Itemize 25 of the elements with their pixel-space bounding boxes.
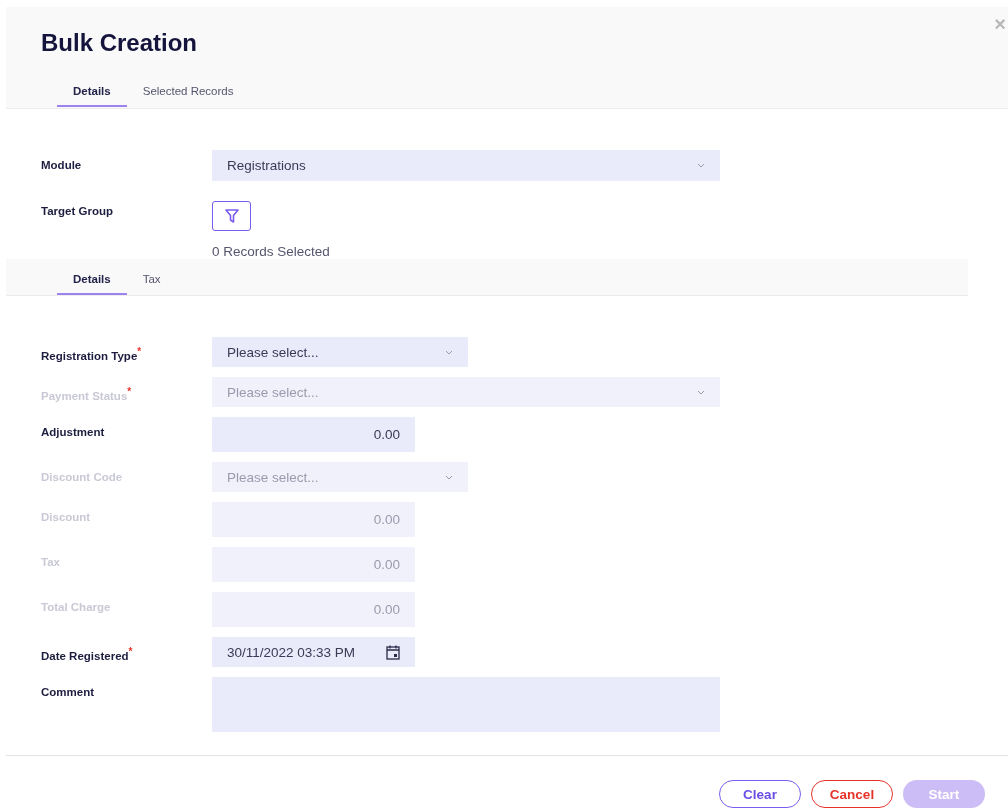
field-label: Date Registered$^{*}$ (41, 645, 134, 662)
calendar-icon (386, 644, 400, 660)
tab[interactable]: Details (57, 79, 127, 107)
chevron-down-icon (445, 474, 453, 480)
action-button[interactable]: Cancel (811, 780, 893, 808)
module-select[interactable]: Registrations (212, 150, 720, 181)
chevron-down-icon (445, 349, 453, 355)
filter-icon (223, 208, 240, 224)
field-label: Registration Type$^{*}$ (41, 345, 143, 362)
field-label: Target Group (41, 204, 114, 217)
field-label: Comment (41, 685, 96, 698)
tab[interactable]: Tax (126, 267, 177, 295)
records-selected-count: 0 Records Selected (212, 244, 331, 259)
chevron-down-icon (697, 163, 705, 168)
number-field[interactable]: 0.00 (212, 417, 415, 452)
filter-button[interactable] (212, 201, 251, 231)
action-button[interactable]: Clear (719, 780, 801, 808)
dialog-title: Bulk Creation (41, 29, 199, 57)
chevron-down-icon (697, 389, 705, 395)
dropdown-field[interactable]: Please select... (212, 337, 468, 367)
field-label: Adjustment (41, 425, 106, 438)
date-field[interactable]: 30/11/2022 03:33 PM (212, 637, 415, 667)
field-label: Module (41, 158, 83, 171)
tab[interactable]: Details (57, 267, 127, 295)
tab[interactable]: Selected Records (126, 79, 250, 107)
